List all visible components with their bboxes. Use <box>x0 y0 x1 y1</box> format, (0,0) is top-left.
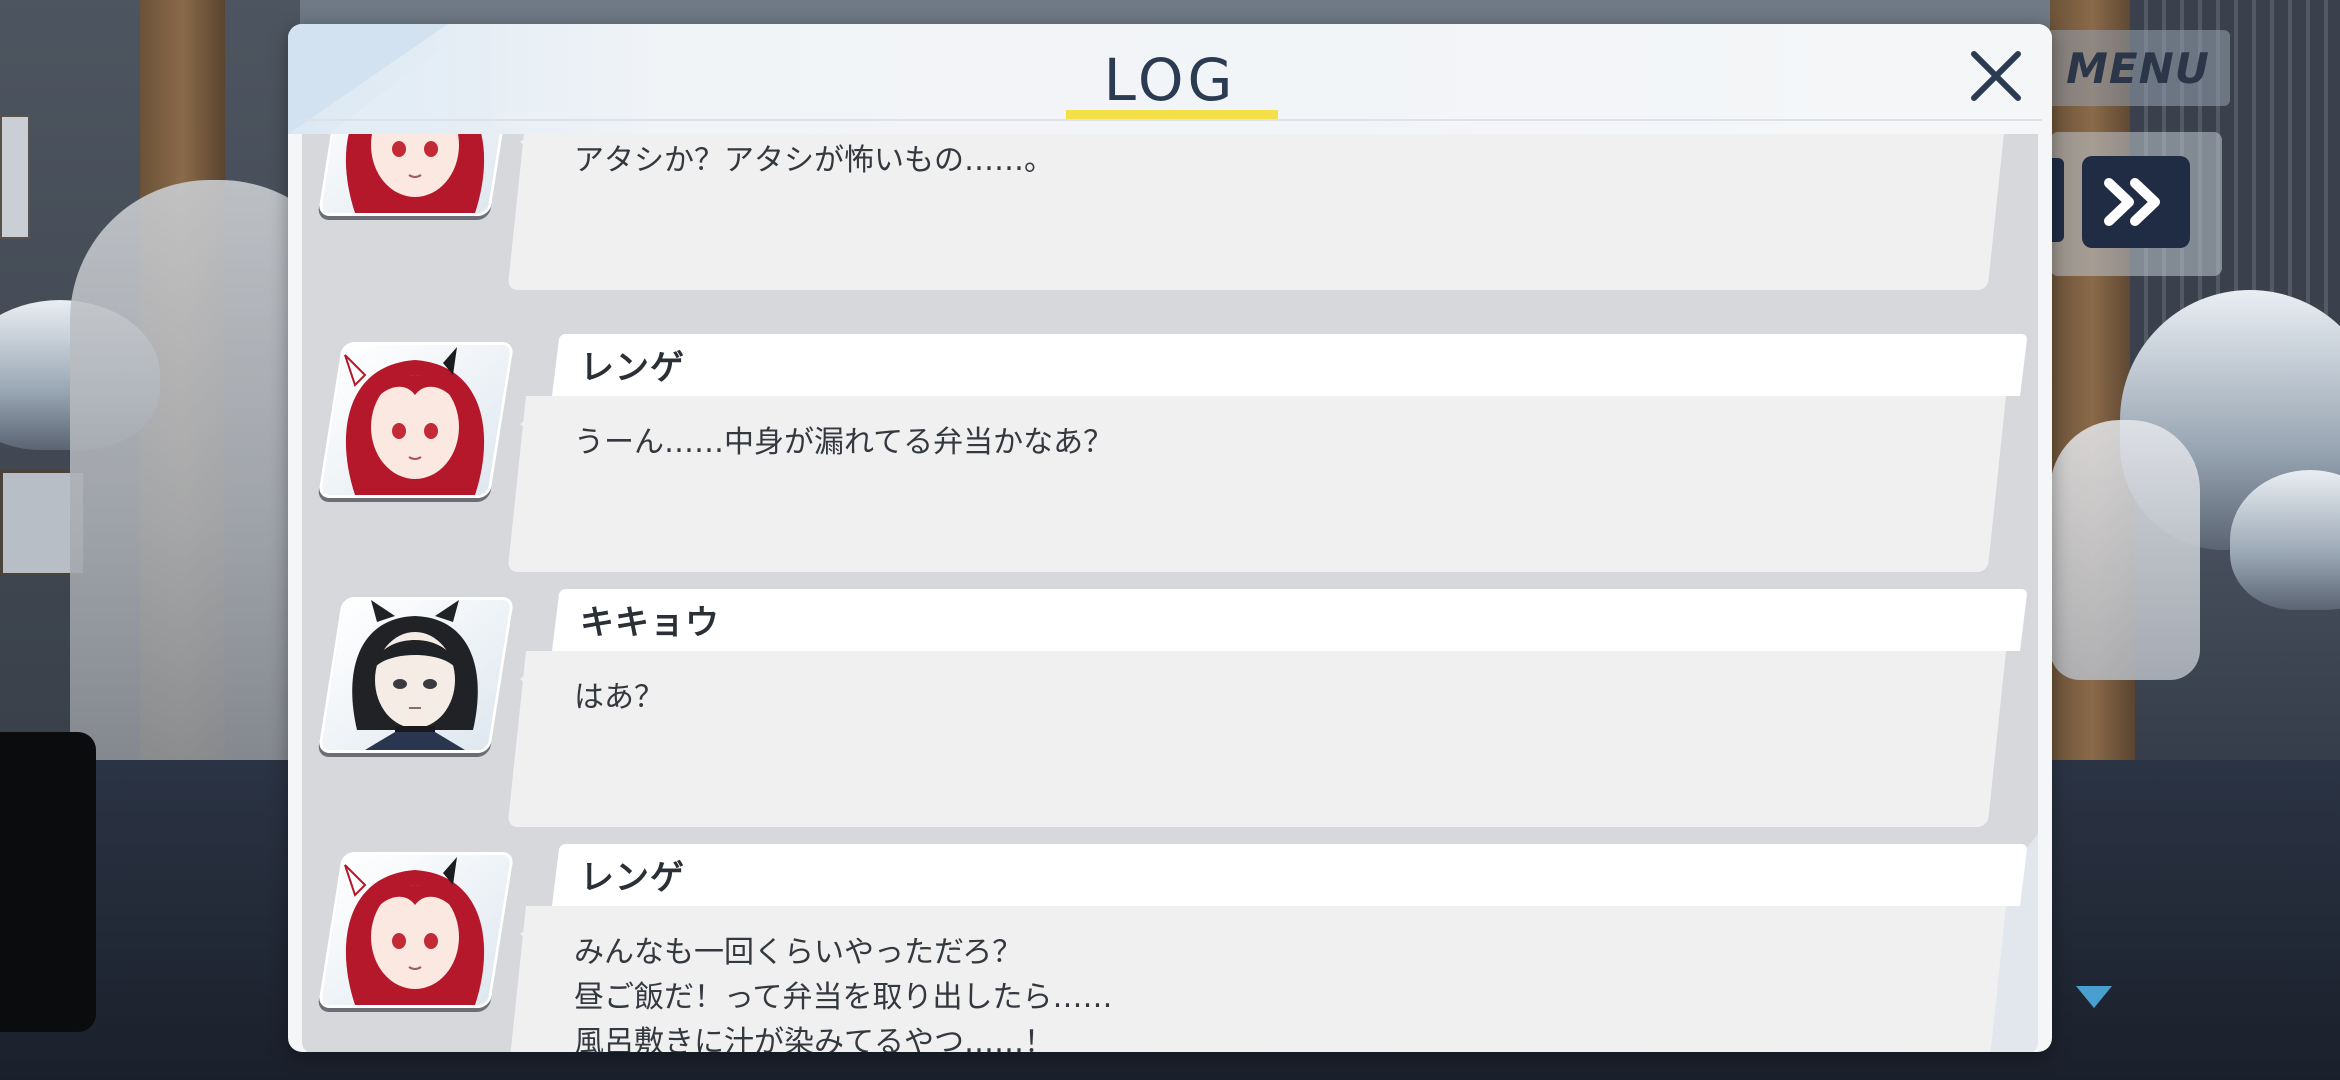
title-underline <box>1066 110 1278 119</box>
renge-portrait-icon <box>317 134 515 216</box>
divider <box>298 119 2042 121</box>
log-message: アタシか？アタシが怖いもの……。 <box>574 143 1054 178</box>
log-entry: アタシか？アタシが怖いもの……。 <box>302 134 2038 307</box>
log-header: LOG <box>288 24 2052 134</box>
speaker-name: キキョウ <box>580 603 720 643</box>
speaker-name: レンゲ <box>580 858 685 898</box>
log-message: はあ？ <box>574 680 664 715</box>
next-indicator-icon <box>2076 986 2112 1008</box>
character-silhouette <box>2050 420 2200 680</box>
log-panel: LOG アタシか？アタシが怖いもの……。 レンゲ うーん……中身が漏れてる弁当か… <box>288 24 2052 1052</box>
renge-portrait-icon <box>317 852 515 1008</box>
close-button[interactable] <box>1958 38 2034 114</box>
renge-portrait-icon <box>317 342 515 498</box>
log-entry: レンゲ みんなも一回くらいやっただろ？ 昼ご飯だ！って弁当を取り出したら…… 風… <box>302 844 2038 1052</box>
fast-forward-icon <box>2104 178 2160 226</box>
speaker-name: レンゲ <box>580 348 685 388</box>
window <box>0 115 30 239</box>
side-panel <box>0 732 96 1032</box>
fast-forward-button[interactable] <box>2082 156 2190 248</box>
log-title: LOG <box>1103 46 1237 114</box>
menu-button[interactable]: MENU <box>2046 30 2230 106</box>
log-list[interactable]: アタシか？アタシが怖いもの……。 レンゲ うーん……中身が漏れてる弁当かなあ？ … <box>302 134 2038 1052</box>
log-message: うーん……中身が漏れてる弁当かなあ？ <box>574 425 1114 460</box>
log-entry: キキョウ はあ？ <box>302 589 2038 844</box>
kikyou-portrait-icon <box>317 597 515 753</box>
close-icon <box>1971 51 2021 101</box>
log-message: みんなも一回くらいやっただろ？ 昼ご飯だ！って弁当を取り出したら…… 風呂敷きに… <box>574 935 1113 1052</box>
auto-button[interactable] <box>2050 158 2064 242</box>
log-entry: レンゲ うーん……中身が漏れてる弁当かなあ？ <box>302 334 2038 589</box>
